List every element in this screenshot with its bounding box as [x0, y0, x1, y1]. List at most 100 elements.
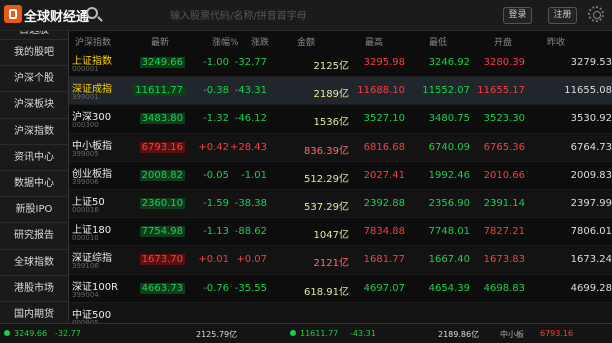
- cell-pct: -1.59: [203, 197, 229, 209]
- top-bar: 全球财经通 输入股票代码/名称/拼音首字母 登录 注册: [0, 0, 612, 31]
- settings-gear-icon[interactable]: [588, 6, 604, 22]
- sidebar-item[interactable]: 新股IPO: [0, 197, 68, 224]
- status-sh-amount: 2125.79亿: [196, 330, 238, 339]
- sidebar-item[interactable]: 国内期货: [0, 302, 68, 323]
- cell-chg: -43.31: [234, 85, 267, 97]
- login-button[interactable]: 登录: [503, 7, 532, 24]
- search-input[interactable]: 输入股票代码/名称/拼音首字母: [170, 7, 360, 22]
- cell-last: 2360.10: [139, 197, 185, 209]
- cell-prev: 3279.53: [570, 57, 612, 68]
- app-brand: 全球财经通: [24, 10, 90, 25]
- column-header[interactable]: 最新: [151, 35, 169, 48]
- sidebar-item[interactable]: 数据中心: [0, 171, 68, 198]
- sidebar-item[interactable]: 研究报告: [0, 223, 68, 250]
- table-row[interactable]: 创业板指 399006 2008.82 -0.05 -1.01 512.29亿 2027.4…: [69, 162, 612, 190]
- cell-amount: 512.29亿: [304, 173, 349, 185]
- cell-last: 7754.98: [139, 226, 185, 238]
- cell-high: 11688.10: [357, 85, 405, 97]
- cell-chg: -38.38: [234, 197, 267, 209]
- cell-last: 3483.80: [139, 113, 185, 125]
- cell-high: 3295.98: [363, 57, 405, 68]
- cell-prev: 6764.73: [570, 141, 612, 153]
- cell-amount: 1047亿: [313, 230, 349, 242]
- column-header[interactable]: 最低: [429, 35, 447, 48]
- cell-prev: 7806.01: [570, 226, 612, 238]
- index-code: 399004: [72, 290, 99, 299]
- sidebar-item[interactable]: 沪深个股: [0, 66, 68, 93]
- sidebar-item[interactable]: 我的股吧: [0, 40, 68, 67]
- column-header[interactable]: 沪深指数: [75, 35, 111, 48]
- search-icon[interactable]: [86, 7, 98, 19]
- cell-amount: 2121亿: [313, 258, 349, 270]
- sidebar-item[interactable]: 自选股: [0, 31, 68, 40]
- sidebar-item[interactable]: 沪深板块: [0, 92, 68, 119]
- app-logo-icon: [4, 5, 22, 23]
- sidebar-item[interactable]: 全球指数: [0, 250, 68, 276]
- cell-prev: 3530.92: [570, 113, 612, 125]
- table-row[interactable]: 深证100R 399004 4663.73 -0.76 -35.55 618.91亿 469…: [69, 275, 612, 303]
- table-row[interactable]: 上证50 000016 2360.10 -1.59 -38.38 537.29亿 2392.…: [69, 189, 612, 219]
- cell-last: 11611.77: [133, 85, 185, 97]
- sidebar-item[interactable]: 沪深指数: [0, 119, 68, 145]
- index-code: 399005: [72, 149, 99, 158]
- cell-high: 7834.88: [363, 226, 405, 238]
- table-row[interactable]: 中证500 000905: [69, 302, 612, 323]
- column-header[interactable]: 金额: [297, 35, 315, 48]
- cell-amount: 836.39亿: [304, 145, 349, 157]
- quote-table: 沪深指数 最新 涨幅% 涨跌 金额 最高 最低 开盘 昨收 上证指数 000001 3249.66-…: [69, 31, 612, 323]
- cell-open: 3280.39: [483, 57, 525, 68]
- cell-last: 3249.66: [139, 57, 185, 68]
- cell-chg: -46.12: [234, 113, 267, 125]
- table-row[interactable]: 沪深300 000300 3483.80 -1.32 -46.12 1536亿 3527.1…: [69, 105, 612, 134]
- column-header[interactable]: 涨幅%: [212, 35, 239, 48]
- status-sh-chg: -32.77: [55, 329, 81, 338]
- cell-amount: 618.91亿: [304, 286, 349, 298]
- cell-pct: -1.00: [203, 57, 229, 68]
- table-row[interactable]: 上证180 000010 7754.98 -1.13 -88.62 1047亿 7834.8…: [69, 218, 612, 247]
- status-bar: 3249.66 -32.77 2125.79亿 11611.77 -43.31 …: [0, 323, 612, 343]
- cell-high: 1681.77: [363, 254, 405, 266]
- cell-low: 3480.75: [428, 113, 470, 125]
- register-button[interactable]: 注册: [548, 7, 577, 24]
- column-header[interactable]: 最高: [365, 35, 383, 48]
- cell-pct: -1.32: [203, 113, 229, 125]
- table-row[interactable]: 中小板指 399005 6793.16 +0.42 +28.43 836.39亿 6816.…: [69, 133, 612, 162]
- cell-chg: -88.62: [234, 226, 267, 238]
- cell-pct: +0.42: [198, 141, 229, 153]
- index-code: 399106: [72, 262, 99, 271]
- column-header[interactable]: 涨跌: [251, 35, 269, 48]
- table-row[interactable]: 深证成指 399001 11611.77 -0.38 -43.31 2189亿 11688.…: [69, 77, 612, 106]
- cell-high: 6816.68: [363, 141, 405, 153]
- sidebar-item[interactable]: 港股市场: [0, 276, 68, 302]
- cell-open: 4698.83: [483, 282, 525, 294]
- status-zxb-index: 6793.16: [540, 329, 574, 338]
- table-row[interactable]: 深证综指 399106 1673.70 +0.01 +0.07 2121亿 1681.77 1…: [69, 246, 612, 275]
- status-sh-index: 3249.66: [14, 329, 48, 338]
- cell-prev: 2397.99: [570, 197, 612, 209]
- index-code: 399001: [72, 93, 99, 102]
- column-header[interactable]: 昨收: [547, 35, 565, 48]
- table-header: 沪深指数 最新 涨幅% 涨跌 金额 最高 最低 开盘 昨收: [69, 31, 612, 49]
- cell-chg: -35.55: [234, 282, 267, 294]
- cell-low: 7748.01: [428, 226, 470, 238]
- cell-pct: -0.05: [203, 169, 229, 181]
- cell-low: 11552.07: [422, 85, 470, 97]
- column-header[interactable]: 开盘: [494, 35, 512, 48]
- cell-low: 2356.90: [428, 197, 470, 209]
- cell-low: 3246.92: [428, 57, 470, 68]
- sidebar-item[interactable]: 资讯中心: [0, 145, 68, 171]
- cell-amount: 2125亿: [313, 61, 349, 72]
- table-row[interactable]: 上证指数 000001 3249.66 -1.00 -32.77 2125亿 3295.98…: [69, 49, 612, 78]
- cell-open: 3523.30: [483, 113, 525, 125]
- index-code: 399006: [72, 177, 99, 186]
- cell-high: 2392.88: [363, 197, 405, 209]
- status-sz-amount: 2189.86亿: [438, 330, 480, 339]
- index-code: 000300: [72, 121, 99, 130]
- cell-open: 7827.21: [483, 226, 525, 238]
- sh-status-dot-icon: [4, 330, 10, 336]
- cell-low: 4654.39: [428, 282, 470, 294]
- cell-chg: +28.43: [229, 141, 267, 153]
- index-code: 000010: [72, 234, 99, 243]
- cell-pct: -0.76: [203, 282, 229, 294]
- cell-low: 6740.09: [428, 141, 470, 153]
